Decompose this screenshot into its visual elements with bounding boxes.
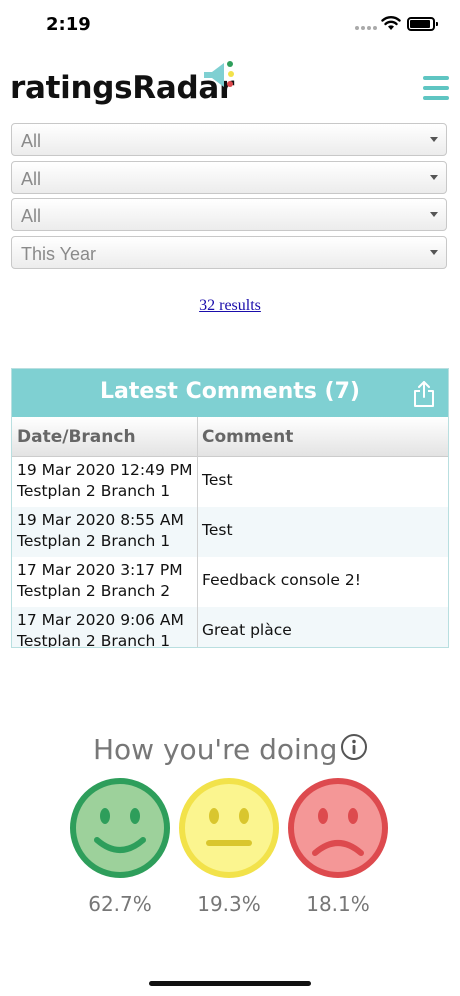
- filter-select-1[interactable]: All: [11, 123, 447, 156]
- row-comment: Great plàce: [202, 621, 292, 639]
- neutral-percentage: 19.3%: [197, 892, 261, 916]
- home-indicator[interactable]: [149, 981, 311, 986]
- latest-comments-panel: Latest Comments (7) Date/Branch Comment …: [11, 368, 449, 648]
- brand-logo: ratingsRadar: [10, 70, 234, 106]
- filter-select-2[interactable]: All: [11, 161, 447, 194]
- battery-icon: [407, 17, 438, 31]
- info-icon[interactable]: [340, 733, 368, 761]
- status-bar: 2:19: [0, 0, 460, 50]
- sad-face-icon: [288, 778, 388, 878]
- filter-select-3[interactable]: All: [11, 198, 447, 231]
- comments-table-header: Date/Branch Comment: [12, 417, 448, 457]
- filter-value: All: [21, 169, 42, 189]
- chevron-down-icon: [430, 175, 438, 180]
- wifi-icon: [381, 16, 401, 30]
- date-branch-cell: 17 Mar 2020 3:17 PM Testplan 2 Branch 2: [17, 560, 183, 602]
- row-comment: Test: [202, 471, 233, 489]
- filter-select-period[interactable]: This Year: [11, 236, 447, 269]
- row-date: 19 Mar 2020 12:49 PM: [17, 461, 193, 479]
- chevron-down-icon: [430, 137, 438, 142]
- results-link[interactable]: 32 results: [0, 297, 460, 315]
- date-branch-cell: 17 Mar 2020 9:06 AM Testplan 2 Branch 1: [17, 610, 184, 648]
- chevron-down-icon: [430, 212, 438, 217]
- comments-header: Latest Comments (7): [12, 369, 448, 417]
- menu-icon[interactable]: [423, 76, 449, 100]
- row-date: 17 Mar 2020 9:06 AM: [17, 611, 184, 629]
- table-row[interactable]: 19 Mar 2020 12:49 PM Testplan 2 Branch 1…: [12, 457, 448, 507]
- row-date: 19 Mar 2020 8:55 AM: [17, 511, 184, 529]
- row-branch: Testplan 2 Branch 1: [17, 632, 171, 648]
- comments-title: Latest Comments (7): [100, 379, 360, 404]
- filter-value: All: [21, 206, 42, 226]
- filter-value: This Year: [21, 244, 97, 264]
- share-icon[interactable]: [412, 380, 436, 408]
- row-branch: Testplan 2 Branch 2: [17, 582, 171, 600]
- table-row[interactable]: 17 Mar 2020 3:17 PM Testplan 2 Branch 2 …: [12, 557, 448, 607]
- row-date: 17 Mar 2020 3:17 PM: [17, 561, 183, 579]
- row-comment: Test: [202, 521, 233, 539]
- happy-percentage: 62.7%: [88, 892, 152, 916]
- table-row[interactable]: 17 Mar 2020 9:06 AM Testplan 2 Branch 1 …: [12, 607, 448, 648]
- column-divider: [197, 417, 198, 647]
- row-comment: Feedback console 2!: [202, 571, 361, 589]
- row-branch: Testplan 2 Branch 1: [17, 482, 171, 500]
- neutral-face-icon: [179, 778, 279, 878]
- signal-dots-icon: [355, 26, 377, 30]
- date-branch-cell: 19 Mar 2020 8:55 AM Testplan 2 Branch 1: [17, 510, 184, 552]
- filter-value: All: [21, 131, 42, 151]
- megaphone-icon: [204, 61, 234, 87]
- table-row[interactable]: 19 Mar 2020 8:55 AM Testplan 2 Branch 1 …: [12, 507, 448, 557]
- column-header-comment: Comment: [202, 427, 294, 447]
- chevron-down-icon: [430, 250, 438, 255]
- row-branch: Testplan 2 Branch 1: [17, 532, 171, 550]
- sad-percentage: 18.1%: [306, 892, 370, 916]
- doing-title: How you're doing: [93, 733, 338, 766]
- status-time: 2:19: [46, 14, 91, 35]
- column-header-date-branch: Date/Branch: [17, 427, 136, 447]
- happy-face-icon: [70, 778, 170, 878]
- date-branch-cell: 19 Mar 2020 12:49 PM Testplan 2 Branch 1: [17, 460, 193, 502]
